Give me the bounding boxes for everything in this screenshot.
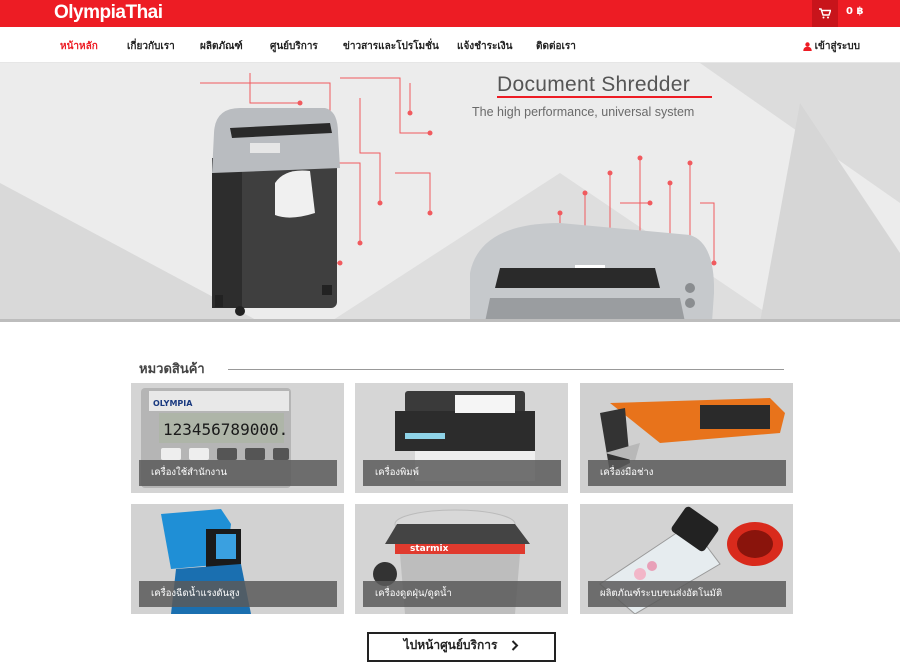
hero-subtitle: The high performance, universal system — [472, 105, 695, 119]
hero-bottom-border — [0, 319, 900, 322]
cart-button[interactable] — [812, 0, 838, 27]
nav-item-home[interactable]: หน้าหลัก — [60, 39, 98, 54]
main-nav: หน้าหลัก เกี่ยวกับเรา ผลิตภัณฑ์ ศูนย์บริ… — [0, 27, 900, 63]
service-center-button[interactable]: ไปหน้าศูนย์บริการ — [367, 632, 556, 662]
hero-banner[interactable]: Document Shredder The high performance, … — [0, 63, 900, 322]
category-card-tools[interactable]: เครื่องมือช่าง — [580, 383, 793, 493]
small-shredder-image — [470, 223, 715, 322]
login-label: เข้าสู่ระบบ — [814, 41, 860, 52]
calculator-display: 123456789000. — [163, 420, 288, 439]
hero-title-underline — [497, 96, 712, 98]
hero-background-art — [0, 63, 900, 322]
category-card-vacuums[interactable]: starmix เครื่องดูดฝุ่น/ดูดน้ำ — [355, 504, 568, 614]
vacuum-brand: starmix — [410, 544, 449, 554]
top-bar: OlympiaThai 0 ฿ — [0, 0, 900, 27]
chevron-right-icon — [512, 639, 519, 651]
calculator-brand: OLYMPIA — [153, 399, 193, 408]
category-label: เครื่องพิมพ์ — [363, 460, 561, 486]
category-label: เครื่องใช้สำนักงาน — [139, 460, 337, 486]
category-label: เครื่องฉีดน้ำแรงดันสูง — [139, 581, 337, 607]
hero-title: Document Shredder — [497, 73, 691, 96]
cart-total[interactable]: 0 ฿ — [846, 6, 863, 17]
section-title: หมวดสินค้า — [139, 362, 205, 377]
nav-item-payment[interactable]: แจ้งชำระเงิน — [457, 39, 512, 54]
category-card-office[interactable]: OLYMPIA 123456789000. เครื่องใช้สำนักงาน — [131, 383, 344, 493]
nav-item-products[interactable]: ผลิตภัณฑ์ — [200, 39, 243, 54]
service-center-button-label: ไปหน้าศูนย์บริการ — [403, 637, 498, 652]
login-link[interactable]: เข้าสู่ระบบ — [802, 39, 860, 54]
category-card-pressure-washers[interactable]: เครื่องฉีดน้ำแรงดันสูง — [131, 504, 344, 614]
category-card-printers[interactable]: เครื่องพิมพ์ — [355, 383, 568, 493]
nav-item-service-center[interactable]: ศูนย์บริการ — [270, 39, 318, 54]
category-label: เครื่องมือช่าง — [588, 460, 786, 486]
category-label: ผลิตภัณฑ์ระบบขนส่งอัตโนมัติ — [588, 581, 786, 607]
user-icon — [802, 42, 812, 51]
section-divider — [228, 369, 784, 370]
nav-item-about[interactable]: เกี่ยวกับเรา — [127, 39, 175, 54]
site-logo[interactable]: OlympiaThai — [54, 2, 163, 24]
category-label: เครื่องดูดฝุ่น/ดูดน้ำ — [363, 581, 561, 607]
nav-item-contact[interactable]: ติดต่อเรา — [536, 39, 576, 54]
category-card-pneumatic[interactable]: ผลิตภัณฑ์ระบบขนส่งอัตโนมัติ — [580, 504, 793, 614]
tall-shredder-image — [212, 108, 340, 316]
shopping-cart-icon — [819, 8, 831, 19]
nav-item-news-promotions[interactable]: ข่าวสารและโปรโมชั่น — [343, 39, 439, 54]
